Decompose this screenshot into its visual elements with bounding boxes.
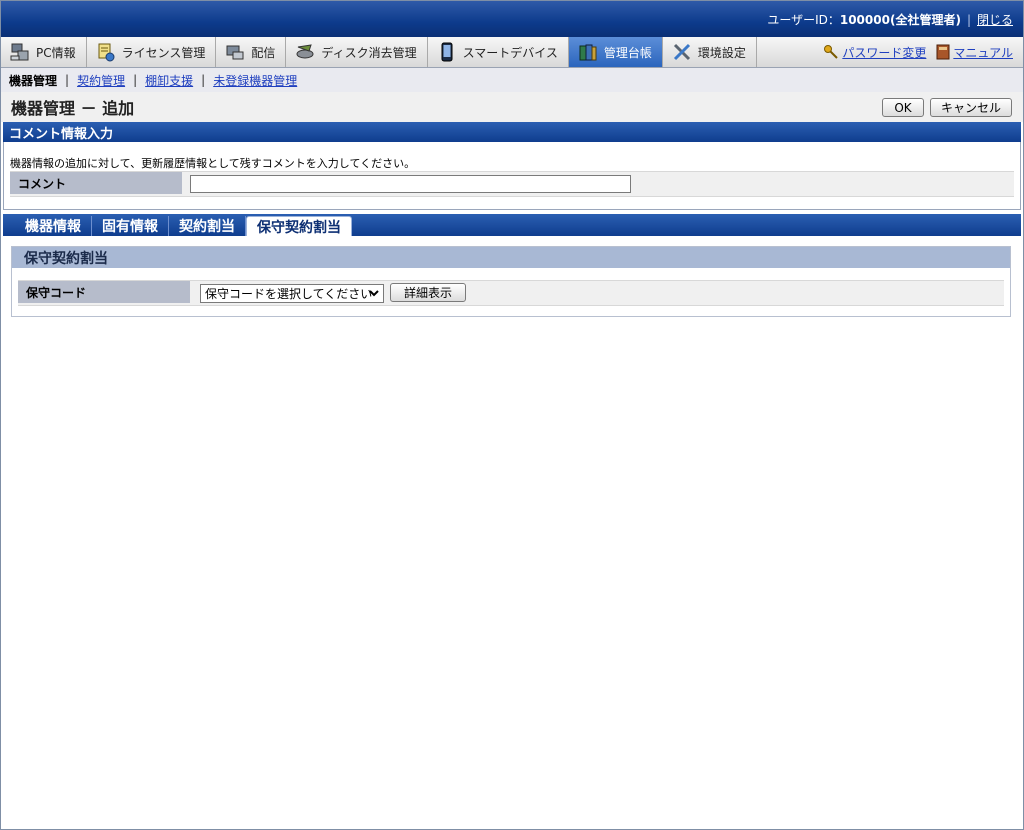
tab-bar: 機器情報 固有情報 契約割当 保守契約割当 bbox=[3, 214, 1021, 236]
select-value: 保守コードを選択してください bbox=[205, 287, 373, 301]
nav-label: 環境設定 bbox=[697, 45, 746, 60]
divider: | bbox=[201, 73, 206, 87]
tab-device-info[interactable]: 機器情報 bbox=[15, 216, 92, 236]
nav-item-settings[interactable]: 環境設定 bbox=[663, 37, 757, 67]
ledger-icon bbox=[577, 42, 599, 62]
nav-label: ライセンス管理 bbox=[121, 45, 206, 60]
ok-button[interactable]: OK bbox=[882, 98, 924, 117]
maintenance-panel-header: 保守契約割当 bbox=[12, 247, 1010, 268]
subnav-link-unregistered[interactable]: 未登録機器管理 bbox=[213, 72, 297, 89]
password-change-label: パスワード変更 bbox=[842, 45, 927, 60]
smart-device-icon bbox=[436, 42, 458, 62]
tab-unique-info[interactable]: 固有情報 bbox=[92, 216, 169, 236]
tab-maintenance-contract-assign[interactable]: 保守契約割当 bbox=[246, 216, 352, 236]
nav-utility-links: パスワード変更 マニュアル bbox=[813, 37, 1023, 67]
maintenance-code-row: 保守コード 保守コードを選択してください 詳細表示 bbox=[18, 280, 1004, 306]
sub-nav: 機器管理 | 契約管理 | 棚卸支援 | 未登録機器管理 bbox=[1, 68, 1023, 92]
nav-item-delivery[interactable]: 配信 bbox=[216, 37, 287, 67]
close-link[interactable]: 閉じる bbox=[977, 13, 1013, 27]
cancel-button[interactable]: キャンセル bbox=[930, 98, 1012, 117]
nav-item-ledger[interactable]: 管理台帳 bbox=[568, 37, 663, 67]
nav-item-license[interactable]: ライセンス管理 bbox=[87, 37, 217, 67]
settings-tools-icon bbox=[671, 42, 693, 62]
password-change-link[interactable]: パスワード変更 bbox=[823, 44, 926, 61]
nav-label: ディスク消去管理 bbox=[321, 45, 417, 60]
manual-book-icon bbox=[936, 44, 950, 60]
key-icon bbox=[823, 44, 839, 60]
subnav-link-contract[interactable]: 契約管理 bbox=[77, 72, 125, 89]
manual-link[interactable]: マニュアル bbox=[936, 44, 1013, 61]
comment-row: コメント bbox=[10, 171, 1014, 197]
divider: | bbox=[65, 73, 70, 87]
maintenance-code-label: 保守コード bbox=[18, 281, 190, 303]
comment-section: 機器情報の追加に対して、更新履歴情報として残すコメントを入力してください。 コメ… bbox=[3, 142, 1021, 210]
comment-section-header: コメント情報入力 bbox=[3, 122, 1021, 142]
nav-label: PC情報 bbox=[36, 45, 76, 60]
maintenance-panel: 保守契約割当 保守コード 保守コードを選択してください 詳細表示 bbox=[11, 246, 1011, 317]
subnav-current: 機器管理 bbox=[9, 73, 58, 88]
page-title: 機器管理 － 追加 bbox=[11, 99, 135, 118]
divider: | bbox=[133, 73, 138, 87]
maintenance-code-select[interactable]: 保守コードを選択してください bbox=[200, 284, 384, 303]
top-header: ユーザーID：100000(全社管理者) | 閉じる bbox=[1, 1, 1023, 37]
manual-label: マニュアル bbox=[953, 45, 1013, 60]
chevron-down-icon bbox=[368, 287, 380, 299]
detail-view-button[interactable]: 詳細表示 bbox=[390, 283, 466, 302]
nav-label: スマートデバイス bbox=[462, 45, 558, 60]
pc-icon bbox=[9, 42, 31, 62]
nav-label: 配信 bbox=[251, 45, 276, 60]
subnav-link-inventory[interactable]: 棚卸支援 bbox=[145, 72, 193, 89]
comment-label: コメント bbox=[10, 172, 182, 194]
app-window: ユーザーID：100000(全社管理者) | 閉じる PC情報 ライセンス管理 配信 bbox=[0, 0, 1024, 830]
divider: | bbox=[966, 13, 971, 27]
comment-input[interactable] bbox=[190, 175, 631, 193]
main-nav: PC情報 ライセンス管理 配信 ディスク消去管理 スマートデバイス 管理台帳 環… bbox=[1, 37, 1023, 68]
tab-contract-assign[interactable]: 契約割当 bbox=[169, 216, 246, 236]
user-id-label: ユーザーID： bbox=[767, 13, 840, 27]
user-info: ユーザーID：100000(全社管理者) | 閉じる bbox=[767, 11, 1013, 28]
delivery-icon bbox=[224, 42, 246, 62]
nav-item-pc-info[interactable]: PC情報 bbox=[1, 37, 87, 67]
comment-description: 機器情報の追加に対して、更新履歴情報として残すコメントを入力してください。 bbox=[10, 157, 416, 170]
user-id-value: 100000(全社管理者) bbox=[839, 13, 961, 27]
disk-erase-icon bbox=[294, 42, 316, 62]
license-icon bbox=[95, 42, 117, 62]
page-title-bar: 機器管理 － 追加 OK キャンセル bbox=[1, 92, 1023, 122]
nav-item-disk-erase[interactable]: ディスク消去管理 bbox=[286, 37, 428, 67]
nav-item-smart-device[interactable]: スマートデバイス bbox=[428, 37, 569, 67]
nav-label: 管理台帳 bbox=[603, 45, 652, 60]
